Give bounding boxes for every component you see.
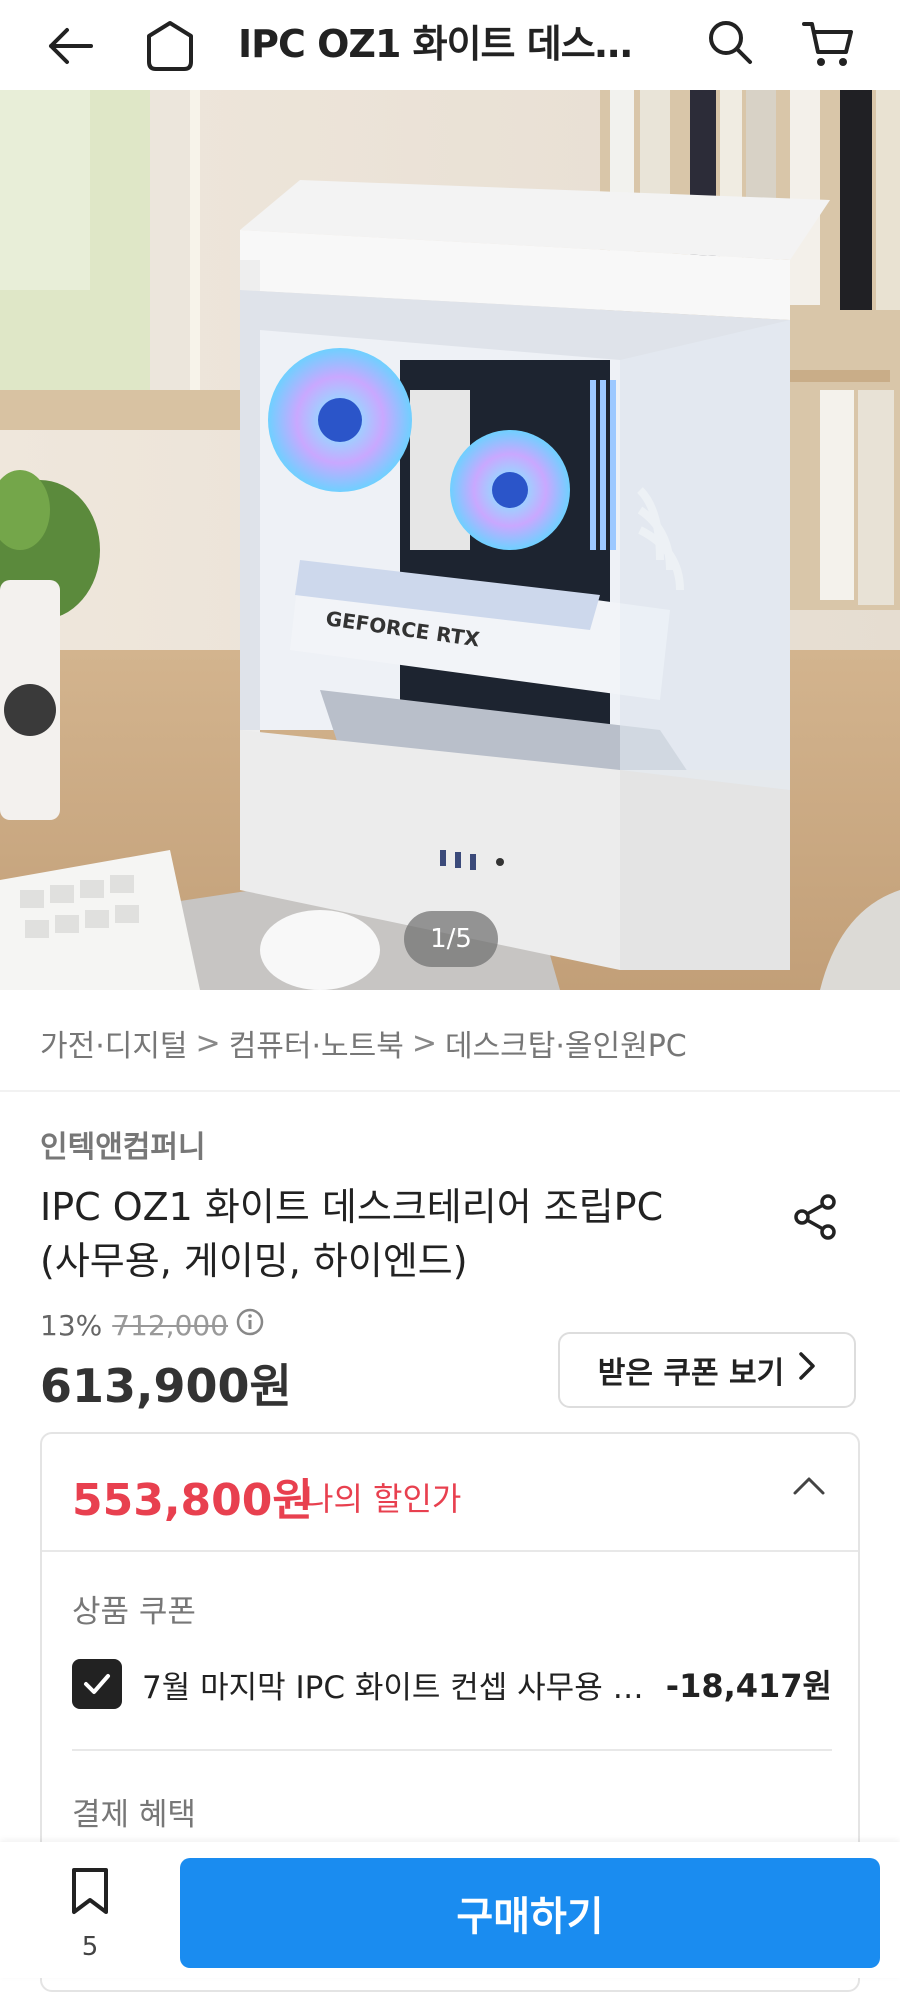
- bookmark-icon[interactable]: [62, 1866, 118, 1920]
- bottom-action-bar: 5 구매하기: [0, 1842, 900, 1978]
- coupon-amount: -18,417원: [665, 1667, 832, 1705]
- breadcrumb-separator: >: [411, 1025, 437, 1061]
- sale-price: 613,900원: [40, 1359, 292, 1413]
- breadcrumb-item[interactable]: 컴퓨터·노트북: [229, 1021, 404, 1065]
- my-discount-price: 553,800원: [72, 1475, 313, 1526]
- coupon-checkbox[interactable]: [72, 1659, 122, 1709]
- view-coupons-label: 받은 쿠폰 보기: [597, 1356, 785, 1391]
- chevron-up-icon[interactable]: [792, 1476, 826, 1500]
- section-divider: [0, 1090, 900, 1092]
- product-photo: GEFORCE RTX: [0, 90, 900, 990]
- benefit-header[interactable]: 553,800원 나의 할인가: [42, 1434, 858, 1552]
- info-icon[interactable]: [236, 1308, 264, 1343]
- discount-rate: 13%: [40, 1309, 103, 1342]
- buy-button[interactable]: 구매하기: [180, 1858, 880, 1968]
- image-counter: 1/5: [404, 911, 498, 967]
- product-image-carousel[interactable]: GEFORCE RTX: [0, 90, 900, 990]
- breadcrumb-item[interactable]: 데스크탑·올인원PC: [445, 1021, 687, 1065]
- breadcrumb: 가전·디지털 > 컴퓨터·노트북 > 데스크탑·올인원PC: [40, 1018, 687, 1068]
- product-name-line1: IPC OZ1 화이트 데스크테리어 조립PC: [40, 1185, 664, 1229]
- top-bar: IPC OZ1 화이트 데스…: [0, 0, 900, 90]
- search-icon[interactable]: [700, 12, 760, 72]
- check-icon: [84, 1674, 110, 1694]
- product-name-line2: (사무용, 게이밍, 하이엔드): [40, 1239, 468, 1283]
- view-coupons-button[interactable]: 받은 쿠폰 보기: [558, 1332, 856, 1408]
- product-name: IPC OZ1 화이트 데스크테리어 조립PC (사무용, 게이밍, 하이엔드): [40, 1180, 760, 1288]
- coupon-row[interactable]: 7월 마지막 IPC 화이트 컨셉 사무용 … -18,417원: [72, 1656, 832, 1712]
- bookmark-count: 5: [81, 1932, 99, 1962]
- coupon-section-title: 상품 쿠폰: [72, 1594, 196, 1630]
- cart-icon[interactable]: [796, 12, 860, 76]
- original-price: 712,000: [112, 1309, 229, 1342]
- benefit-divider: [72, 1749, 832, 1751]
- chevron-right-icon: [798, 1351, 816, 1389]
- coupon-name: 7월 마지막 IPC 화이트 컨셉 사무용 …: [142, 1669, 644, 1706]
- home-icon[interactable]: [140, 14, 200, 78]
- back-arrow-icon[interactable]: [40, 16, 100, 76]
- discount-row: 13% 712,000: [40, 1308, 264, 1343]
- payment-section-title: 결제 혜택: [72, 1797, 196, 1833]
- brand-name[interactable]: 인텍앤컴퍼니: [40, 1122, 206, 1166]
- breadcrumb-item[interactable]: 가전·디지털: [40, 1021, 188, 1065]
- breadcrumb-separator: >: [195, 1025, 221, 1061]
- share-icon[interactable]: [790, 1192, 840, 1246]
- page-title: IPC OZ1 화이트 데스…: [238, 22, 633, 66]
- my-discount-label: 나의 할인가: [304, 1480, 462, 1518]
